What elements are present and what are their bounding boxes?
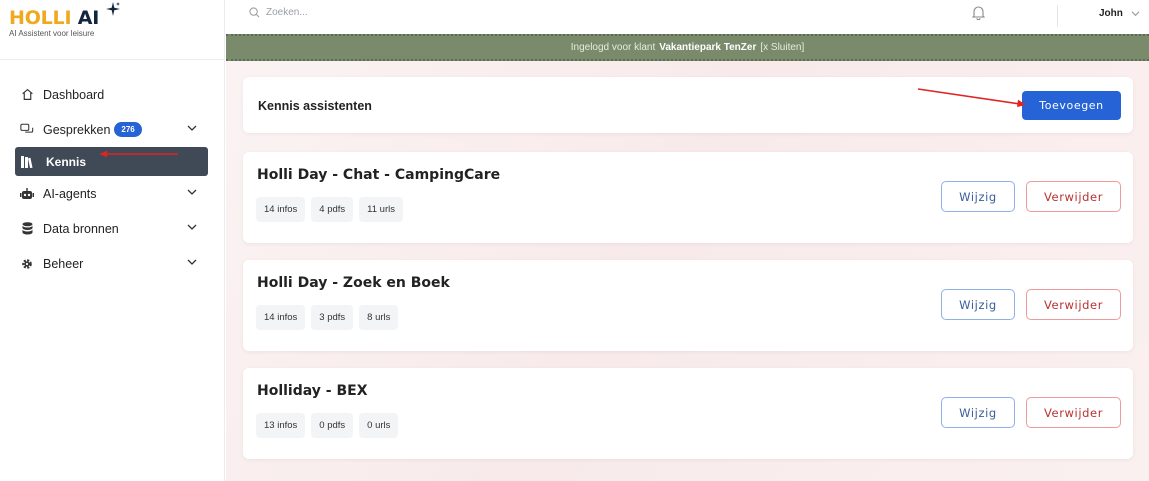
sidebar-nav: Dashboard Gesprekken 276 Kennis AI-agent…: [0, 60, 224, 281]
books-icon: [20, 155, 34, 169]
assistant-title: Holliday - BEX: [257, 383, 368, 399]
sidebar-item-dashboard[interactable]: Dashboard: [0, 77, 224, 112]
infos-count-pill: 13 infos: [256, 413, 306, 438]
banner-prefix: Ingelogd voor klant: [570, 42, 656, 53]
chat-icon: [20, 123, 34, 137]
sidebar-item-kennis[interactable]: Kennis: [15, 147, 208, 176]
chevron-down-icon[interactable]: [187, 222, 197, 232]
assistant-stats: 13 infos 0 pdfs 0 urls: [256, 413, 404, 438]
page-title: Kennis assistenten: [258, 99, 372, 113]
sidebar-item-gesprekken[interactable]: Gesprekken 276: [0, 112, 224, 147]
page-header-card: Kennis assistenten Toevoegen: [243, 77, 1133, 133]
infos-count-pill: 14 infos: [256, 197, 306, 222]
delete-button[interactable]: Verwijder: [1026, 289, 1121, 320]
sidebar-item-data-bronnen[interactable]: Data bronnen: [0, 211, 224, 246]
logo-tagline: AI Assistent voor leisure: [9, 29, 95, 38]
logo-text-ai: AI: [77, 7, 100, 29]
topbar-divider: [1057, 5, 1058, 27]
conversations-count-badge: 276: [114, 122, 142, 137]
pdfs-count-pill: 4 pdfs: [311, 197, 354, 222]
bell-icon[interactable]: [972, 5, 985, 20]
chevron-down-icon: [1131, 11, 1140, 17]
edit-button[interactable]: Wijzig: [941, 181, 1015, 212]
edit-button[interactable]: Wijzig: [941, 289, 1015, 320]
urls-count-pill: 11 urls: [359, 197, 403, 222]
banner-client-name: Vakantiepark TenZer: [659, 42, 757, 53]
database-icon: [20, 222, 34, 236]
home-icon: [20, 88, 34, 102]
sidebar-item-label: Data bronnen: [43, 221, 119, 236]
banner-close-link[interactable]: [x Sluiten]: [760, 42, 804, 53]
gear-icon: [20, 257, 34, 271]
chevron-down-icon[interactable]: [187, 187, 197, 197]
assistant-stats: 14 infos 4 pdfs 11 urls: [256, 197, 409, 222]
add-button[interactable]: Toevoegen: [1022, 91, 1121, 120]
infos-count-pill: 14 infos: [256, 305, 306, 330]
chevron-down-icon[interactable]: [187, 257, 197, 267]
user-menu[interactable]: John: [1099, 8, 1140, 19]
edit-button[interactable]: Wijzig: [941, 397, 1015, 428]
pdfs-count-pill: 0 pdfs: [311, 413, 354, 438]
delete-button[interactable]: Verwijder: [1026, 397, 1121, 428]
sidebar-item-beheer[interactable]: Beheer: [0, 246, 224, 281]
client-banner: Ingelogd voor klant Vakantiepark TenZer …: [226, 34, 1149, 61]
assistant-stats: 14 infos 3 pdfs 8 urls: [256, 305, 404, 330]
assistant-title: Holli Day - Chat - CampingCare: [257, 167, 501, 183]
assistant-title: Holli Day - Zoek en Boek: [257, 275, 450, 291]
main-content: Kennis assistenten Toevoegen Holli Day -…: [226, 61, 1149, 481]
topbar: Zoeken... John: [226, 0, 1149, 33]
urls-count-pill: 8 urls: [359, 305, 399, 330]
knowledge-assistant-card: Holli Day - Chat - CampingCare 14 infos …: [243, 152, 1133, 243]
urls-count-pill: 0 urls: [359, 413, 399, 438]
sidebar-item-label: Gesprekken: [43, 122, 111, 137]
delete-button[interactable]: Verwijder: [1026, 181, 1121, 212]
sidebar: HOLLI AI AI Assistent voor leisure Dashb…: [0, 0, 225, 481]
sidebar-item-label: Beheer: [43, 256, 84, 271]
knowledge-assistant-card: Holli Day - Zoek en Boek 14 infos 3 pdfs…: [243, 260, 1133, 351]
sidebar-item-label: Kennis: [46, 154, 87, 169]
sparkle-icon: [106, 2, 120, 16]
search-input[interactable]: Zoeken...: [249, 7, 308, 18]
chevron-down-icon[interactable]: [187, 123, 197, 133]
pdfs-count-pill: 3 pdfs: [311, 305, 354, 330]
sidebar-item-label: Dashboard: [43, 87, 105, 102]
logo[interactable]: HOLLI AI AI Assistent voor leisure: [0, 0, 224, 60]
sidebar-item-label: AI-agents: [43, 186, 97, 201]
search-icon: [249, 7, 260, 18]
logo-text-holli: HOLLI: [9, 7, 72, 29]
knowledge-assistant-card: Holliday - BEX 13 infos 0 pdfs 0 urls Wi…: [243, 368, 1133, 459]
robot-icon: [20, 187, 34, 201]
user-name: John: [1099, 8, 1123, 19]
sidebar-item-ai-agents[interactable]: AI-agents: [0, 176, 224, 211]
search-placeholder: Zoeken...: [266, 7, 308, 18]
